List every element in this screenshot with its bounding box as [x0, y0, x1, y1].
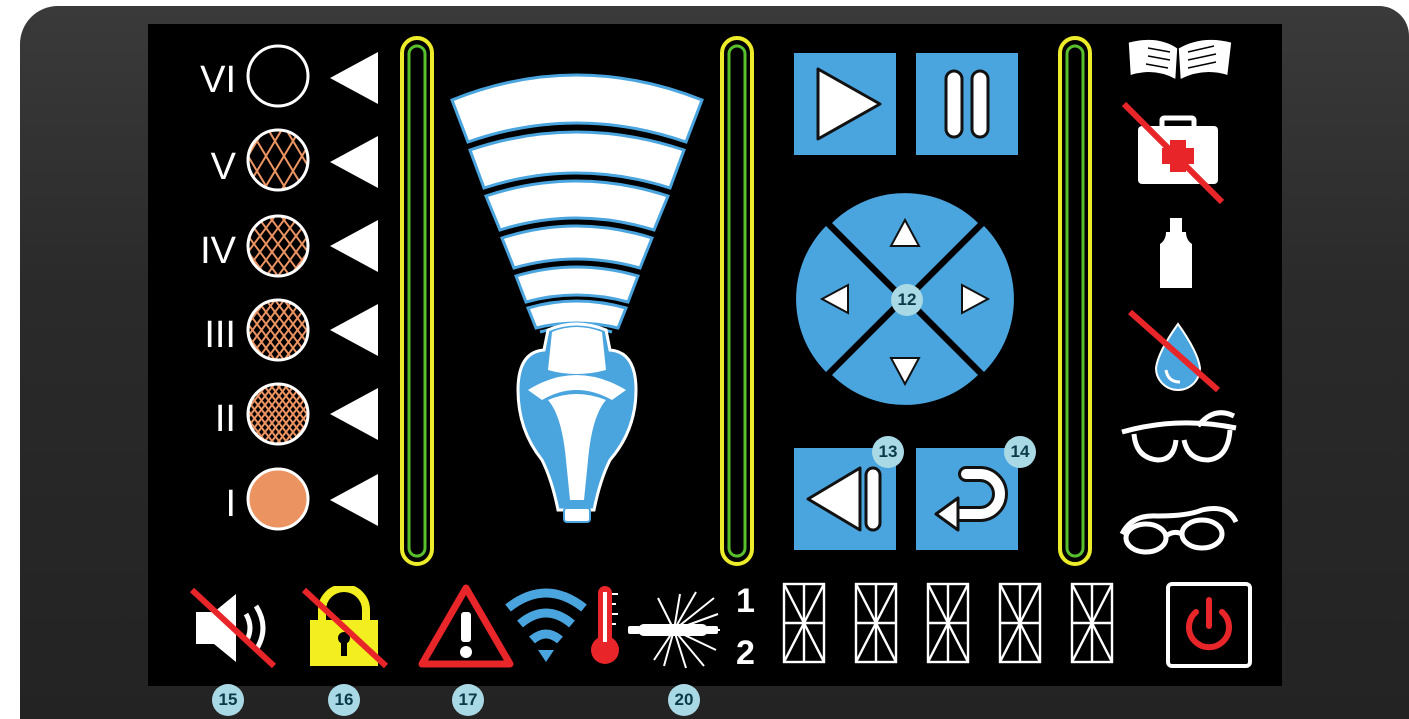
skin-type-swatches [246, 44, 378, 531]
callout-lamp: 20 [668, 684, 700, 716]
play-button[interactable] [794, 53, 896, 155]
warning-icon[interactable] [416, 580, 516, 670]
skin-type-label-1: I [225, 483, 236, 525]
skin-type-label-5: V [210, 146, 236, 188]
skin-select-arrow-4 [330, 220, 378, 272]
skin-select-arrow-2 [330, 388, 378, 440]
dpad-left-button[interactable] [819, 258, 889, 328]
skin-type-label-4: IV [200, 230, 236, 272]
handpiece-emission-icon [450, 73, 704, 523]
return-button[interactable] [916, 448, 1018, 550]
segment-digit-1 [782, 582, 826, 664]
skin-select-arrow-6 [330, 52, 378, 104]
skin-swatch-3 [246, 298, 310, 362]
no-water-drop-icon [1128, 309, 1220, 393]
pause-icon [944, 69, 990, 139]
callout-lock: 16 [328, 684, 360, 716]
warning-icons-column [1119, 38, 1239, 555]
pause-button[interactable] [916, 53, 1018, 155]
no-first-aid-icon [1121, 101, 1225, 205]
manual-book-icon [1127, 38, 1233, 82]
callout-return: 14 [1004, 436, 1036, 468]
level-bar-left [400, 36, 434, 566]
skin-select-arrow-3 [330, 304, 378, 356]
callout-warning: 17 [452, 684, 484, 716]
lamp-number-1: 1 [736, 582, 755, 620]
skin-swatch-1 [246, 467, 310, 531]
unlock-icon[interactable] [300, 586, 390, 670]
skin-swatch-6 [246, 44, 310, 108]
lamp-flash-icon [628, 591, 720, 669]
skin-type-label-2: II [214, 398, 236, 440]
goggles-icon [1119, 506, 1239, 555]
safety-glasses-icon [1121, 410, 1237, 463]
skin-type-label-3: III [204, 314, 236, 356]
segment-digit-5 [1070, 582, 1114, 664]
skin-type-label-6: VI [200, 59, 236, 101]
dpad-right-button[interactable] [930, 258, 1000, 328]
handpiece-body [516, 322, 638, 523]
level-bar-middle [720, 36, 754, 566]
skin-swatch-5 [246, 128, 310, 192]
callout-back: 13 [872, 436, 904, 468]
power-icon [1186, 597, 1232, 651]
skin-select-arrow-1 [330, 474, 378, 526]
callout-sound: 15 [212, 684, 244, 716]
segment-digit-4 [998, 582, 1042, 664]
return-icon [934, 466, 1008, 532]
skin-swatch-4 [246, 214, 310, 278]
mute-speaker-icon[interactable] [190, 588, 278, 668]
thermometer-icon [591, 586, 619, 664]
level-bar-right [1058, 36, 1092, 566]
lamp-number-2: 2 [736, 634, 755, 672]
dpad-up-button[interactable] [870, 200, 950, 260]
segment-display [782, 582, 1114, 664]
wifi-icon [505, 588, 587, 662]
callout-dpad: 12 [891, 284, 923, 316]
skin-swatch-2 [246, 382, 310, 446]
segment-digit-2 [854, 582, 898, 664]
play-icon [816, 67, 882, 141]
bottle-icon [1160, 218, 1192, 288]
power-button[interactable] [1166, 582, 1252, 668]
dpad-down-button[interactable] [870, 340, 950, 400]
segment-digit-3 [926, 582, 970, 664]
skin-select-arrow-5 [330, 136, 378, 188]
